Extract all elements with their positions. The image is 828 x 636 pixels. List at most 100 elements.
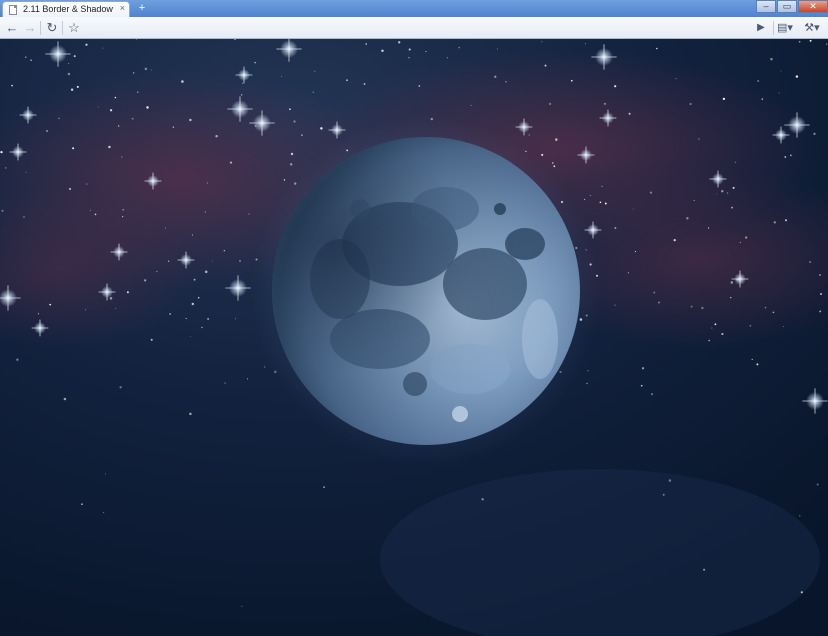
star — [790, 154, 792, 157]
star — [264, 366, 266, 368]
star — [764, 306, 767, 309]
star — [181, 80, 184, 83]
star — [816, 483, 819, 486]
wrench-menu-button[interactable]: ⚒▾ — [800, 20, 824, 36]
star — [721, 190, 724, 193]
star — [799, 515, 801, 517]
star — [544, 64, 547, 67]
star — [97, 106, 99, 108]
tab-close-icon[interactable]: × — [120, 3, 125, 13]
forward-button[interactable]: → — [22, 20, 38, 36]
new-tab-button[interactable]: + — [135, 2, 149, 14]
star — [614, 304, 616, 306]
star — [204, 211, 206, 213]
star — [144, 279, 147, 282]
star — [541, 41, 543, 43]
star — [212, 260, 213, 262]
star — [283, 179, 286, 181]
star — [76, 85, 79, 88]
star — [585, 43, 587, 45]
star — [408, 48, 411, 51]
reload-button[interactable]: ↻ — [44, 20, 60, 36]
star — [102, 511, 105, 514]
star — [224, 382, 226, 384]
star — [346, 79, 348, 82]
star — [749, 324, 752, 327]
star — [722, 97, 726, 101]
star — [398, 41, 401, 44]
star — [189, 118, 192, 122]
star — [0, 150, 3, 154]
star — [207, 317, 210, 320]
star — [798, 40, 801, 43]
star — [150, 69, 152, 71]
star — [494, 75, 497, 78]
moon — [272, 137, 580, 445]
star — [241, 94, 243, 96]
star — [293, 120, 296, 123]
star — [770, 57, 773, 61]
star — [819, 273, 822, 277]
star — [555, 138, 558, 141]
star — [773, 221, 776, 224]
toolbar: ← → ↻ ☆ ▶ ▤▾ ⚒▾ — [0, 17, 828, 39]
window-controls: – ▭ ✕ — [755, 0, 828, 14]
star — [809, 261, 811, 263]
star — [604, 202, 607, 205]
star — [85, 309, 86, 311]
star — [323, 486, 325, 488]
star — [570, 79, 573, 82]
maximize-button[interactable]: ▭ — [777, 0, 797, 13]
star — [314, 70, 316, 73]
star — [69, 187, 71, 190]
star — [734, 161, 737, 164]
star — [761, 98, 764, 100]
star — [150, 338, 153, 341]
star — [446, 57, 448, 59]
star — [587, 370, 589, 372]
star — [67, 72, 71, 76]
moon-craters — [272, 137, 580, 445]
star — [673, 238, 676, 242]
star — [108, 145, 111, 149]
star — [115, 307, 117, 309]
play-icon[interactable]: ▶ — [754, 20, 768, 36]
star — [197, 297, 200, 299]
star — [614, 226, 617, 229]
star — [1, 209, 4, 212]
star — [820, 293, 822, 295]
star — [714, 323, 717, 326]
star — [114, 96, 117, 99]
star — [86, 183, 88, 185]
star — [156, 270, 158, 272]
star — [290, 152, 294, 156]
star — [189, 412, 192, 416]
star — [772, 311, 775, 314]
star — [649, 191, 653, 194]
star — [800, 591, 803, 594]
star — [242, 82, 244, 84]
star — [363, 83, 366, 85]
tab-active[interactable]: 2.11 Border & Shadow De... × — [2, 1, 130, 17]
star — [165, 227, 167, 229]
star — [239, 260, 241, 262]
page-icon — [9, 5, 17, 15]
star — [320, 127, 323, 130]
star — [206, 182, 209, 184]
page-menu-button[interactable]: ▤▾ — [774, 20, 796, 36]
star — [102, 47, 104, 49]
star — [553, 165, 556, 168]
tab-title: 2.11 Border & Shadow De... — [23, 4, 115, 14]
minimize-button[interactable]: – — [756, 0, 776, 13]
bookmark-star-icon[interactable]: ☆ — [66, 20, 82, 36]
back-button[interactable]: ← — [4, 20, 20, 36]
star — [586, 382, 588, 385]
star — [757, 79, 760, 83]
star — [280, 75, 283, 78]
star — [70, 88, 74, 91]
star — [122, 216, 124, 218]
close-window-button[interactable]: ✕ — [798, 0, 828, 13]
star — [552, 162, 554, 164]
star — [289, 163, 293, 166]
star — [289, 108, 291, 111]
